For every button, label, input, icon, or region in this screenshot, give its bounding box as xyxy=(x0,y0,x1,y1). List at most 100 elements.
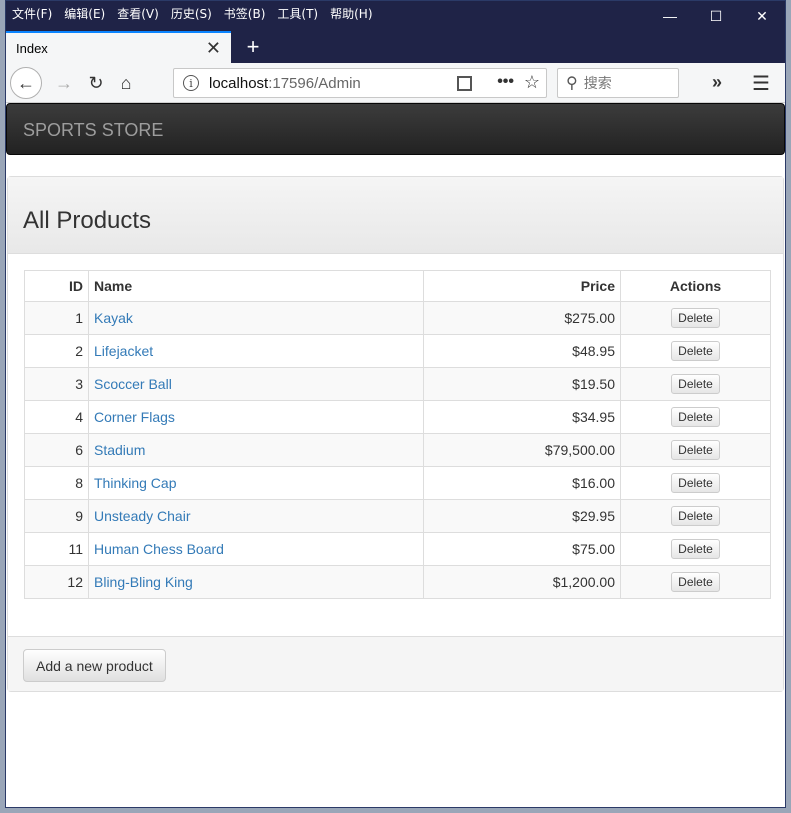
product-edit-link[interactable]: Lifejacket xyxy=(94,343,153,359)
menu-bookmarks[interactable]: 书签(B) xyxy=(224,5,266,22)
cell-name: Thinking Cap xyxy=(88,466,424,500)
menu-bar: 文件(F) 编辑(E) 查看(V) 历史(S) 书签(B) 工具(T) 帮助(H… xyxy=(6,1,385,25)
table-header-row: ID Name Price Actions xyxy=(24,270,771,302)
search-input[interactable]: ⚲ 搜索 xyxy=(557,68,679,98)
address-bar[interactable]: i localhost:17596/Admin ••• ☆ xyxy=(173,68,547,98)
cell-price: $79,500.00 xyxy=(423,433,621,467)
product-edit-link[interactable]: Corner Flags xyxy=(94,409,175,425)
cell-name: Scoccer Ball xyxy=(88,367,424,401)
cell-id: 11 xyxy=(24,532,89,566)
cell-actions: Delete xyxy=(620,400,771,434)
cell-name: Human Chess Board xyxy=(88,532,424,566)
cell-price: $29.95 xyxy=(423,499,621,533)
menu-help[interactable]: 帮助(H) xyxy=(330,5,372,22)
page-title: All Products xyxy=(23,207,152,234)
page-actions-icon[interactable]: ••• xyxy=(497,73,514,91)
product-edit-link[interactable]: Kayak xyxy=(94,310,133,326)
cell-price: $48.95 xyxy=(423,334,621,368)
menu-edit[interactable]: 编辑(E) xyxy=(64,5,105,22)
table-row: 12 Bling-Bling King $1,200.00 Delete xyxy=(24,565,771,599)
panel-footer: Add a new product xyxy=(8,636,783,691)
cell-id: 8 xyxy=(24,466,89,500)
panel-heading: All Products xyxy=(8,177,783,254)
delete-button[interactable]: Delete xyxy=(671,341,720,361)
delete-button[interactable]: Delete xyxy=(671,374,720,394)
qr-code-icon[interactable] xyxy=(457,76,472,91)
menu-file[interactable]: 文件(F) xyxy=(12,5,52,22)
cell-actions: Delete xyxy=(620,565,771,599)
table-row: 3 Scoccer Ball $19.50 Delete xyxy=(24,367,771,401)
add-product-button[interactable]: Add a new product xyxy=(23,649,166,682)
cell-id: 2 xyxy=(24,334,89,368)
title-bar: 文件(F) 编辑(E) 查看(V) 历史(S) 书签(B) 工具(T) 帮助(H… xyxy=(6,1,785,63)
tab-title: Index xyxy=(16,40,48,56)
tab-close-icon[interactable]: ✕ xyxy=(206,38,221,59)
table-row: 2 Lifejacket $48.95 Delete xyxy=(24,334,771,368)
delete-button[interactable]: Delete xyxy=(671,440,720,460)
page-viewport: SPORTS STORE All Products ID Name Price … xyxy=(6,103,785,807)
product-edit-link[interactable]: Scoccer Ball xyxy=(94,376,172,392)
bookmark-star-icon[interactable]: ☆ xyxy=(524,72,540,93)
search-icon: ⚲ xyxy=(566,75,578,92)
cell-name: Corner Flags xyxy=(88,400,424,434)
tab-index[interactable]: Index ✕ xyxy=(6,31,231,63)
cell-name: Lifejacket xyxy=(88,334,424,368)
home-icon[interactable]: ⌂ xyxy=(110,67,142,99)
cell-id: 9 xyxy=(24,499,89,533)
table-row: 1 Kayak $275.00 Delete xyxy=(24,301,771,335)
minimize-icon[interactable]: — xyxy=(647,1,693,31)
url-path: :17596/Admin xyxy=(268,74,361,92)
cell-name: Kayak xyxy=(88,301,424,335)
delete-button[interactable]: Delete xyxy=(671,506,720,526)
forward-icon[interactable]: → xyxy=(48,67,80,99)
hamburger-menu-icon[interactable]: ☰ xyxy=(752,71,770,96)
cell-id: 3 xyxy=(24,367,89,401)
cell-price: $34.95 xyxy=(423,400,621,434)
navigation-toolbar: ← → ↻ ⌂ i localhost:17596/Admin ••• ☆ ⚲ … xyxy=(6,63,785,103)
cell-actions: Delete xyxy=(620,499,771,533)
maximize-icon[interactable]: ☐ xyxy=(693,1,739,31)
back-icon[interactable]: ← xyxy=(10,67,42,99)
close-window-icon[interactable]: ✕ xyxy=(739,1,785,31)
cell-id: 1 xyxy=(24,301,89,335)
table-row: 8 Thinking Cap $16.00 Delete xyxy=(24,466,771,500)
cell-id: 6 xyxy=(24,433,89,467)
product-edit-link[interactable]: Unsteady Chair xyxy=(94,508,191,524)
menu-tools[interactable]: 工具(T) xyxy=(277,5,318,22)
header-name: Name xyxy=(88,270,424,302)
header-id: ID xyxy=(24,270,89,302)
cell-id: 12 xyxy=(24,565,89,599)
cell-name: Stadium xyxy=(88,433,424,467)
delete-button[interactable]: Delete xyxy=(671,407,720,427)
product-edit-link[interactable]: Bling-Bling King xyxy=(94,574,193,590)
menu-history[interactable]: 历史(S) xyxy=(171,5,212,22)
info-icon[interactable]: i xyxy=(183,75,199,91)
delete-button[interactable]: Delete xyxy=(671,539,720,559)
delete-button[interactable]: Delete xyxy=(671,572,720,592)
brand-link[interactable]: SPORTS STORE xyxy=(23,120,163,141)
product-edit-link[interactable]: Human Chess Board xyxy=(94,541,224,557)
delete-button[interactable]: Delete xyxy=(671,308,720,328)
menu-view[interactable]: 查看(V) xyxy=(117,5,159,22)
product-edit-link[interactable]: Stadium xyxy=(94,442,145,458)
cell-price: $275.00 xyxy=(423,301,621,335)
products-panel: All Products ID Name Price Actions 1 Kaya… xyxy=(7,176,784,692)
new-tab-icon[interactable]: + xyxy=(238,33,268,61)
header-actions: Actions xyxy=(620,270,771,302)
cell-id: 4 xyxy=(24,400,89,434)
reload-icon[interactable]: ↻ xyxy=(80,67,112,99)
cell-price: $75.00 xyxy=(423,532,621,566)
table-row: 4 Corner Flags $34.95 Delete xyxy=(24,400,771,434)
site-navbar: SPORTS STORE xyxy=(6,103,785,155)
overflow-chevron-icon[interactable]: » xyxy=(712,72,722,93)
table-row: 11 Human Chess Board $75.00 Delete xyxy=(24,532,771,566)
cell-actions: Delete xyxy=(620,433,771,467)
url-host: localhost xyxy=(209,74,269,92)
cell-actions: Delete xyxy=(620,301,771,335)
delete-button[interactable]: Delete xyxy=(671,473,720,493)
window-controls: — ☐ ✕ xyxy=(647,1,785,31)
products-table: ID Name Price Actions 1 Kayak $275.00 Delet… xyxy=(24,270,771,599)
cell-name: Bling-Bling King xyxy=(88,565,424,599)
table-row: 6 Stadium $79,500.00 Delete xyxy=(24,433,771,467)
product-edit-link[interactable]: Thinking Cap xyxy=(94,475,177,491)
